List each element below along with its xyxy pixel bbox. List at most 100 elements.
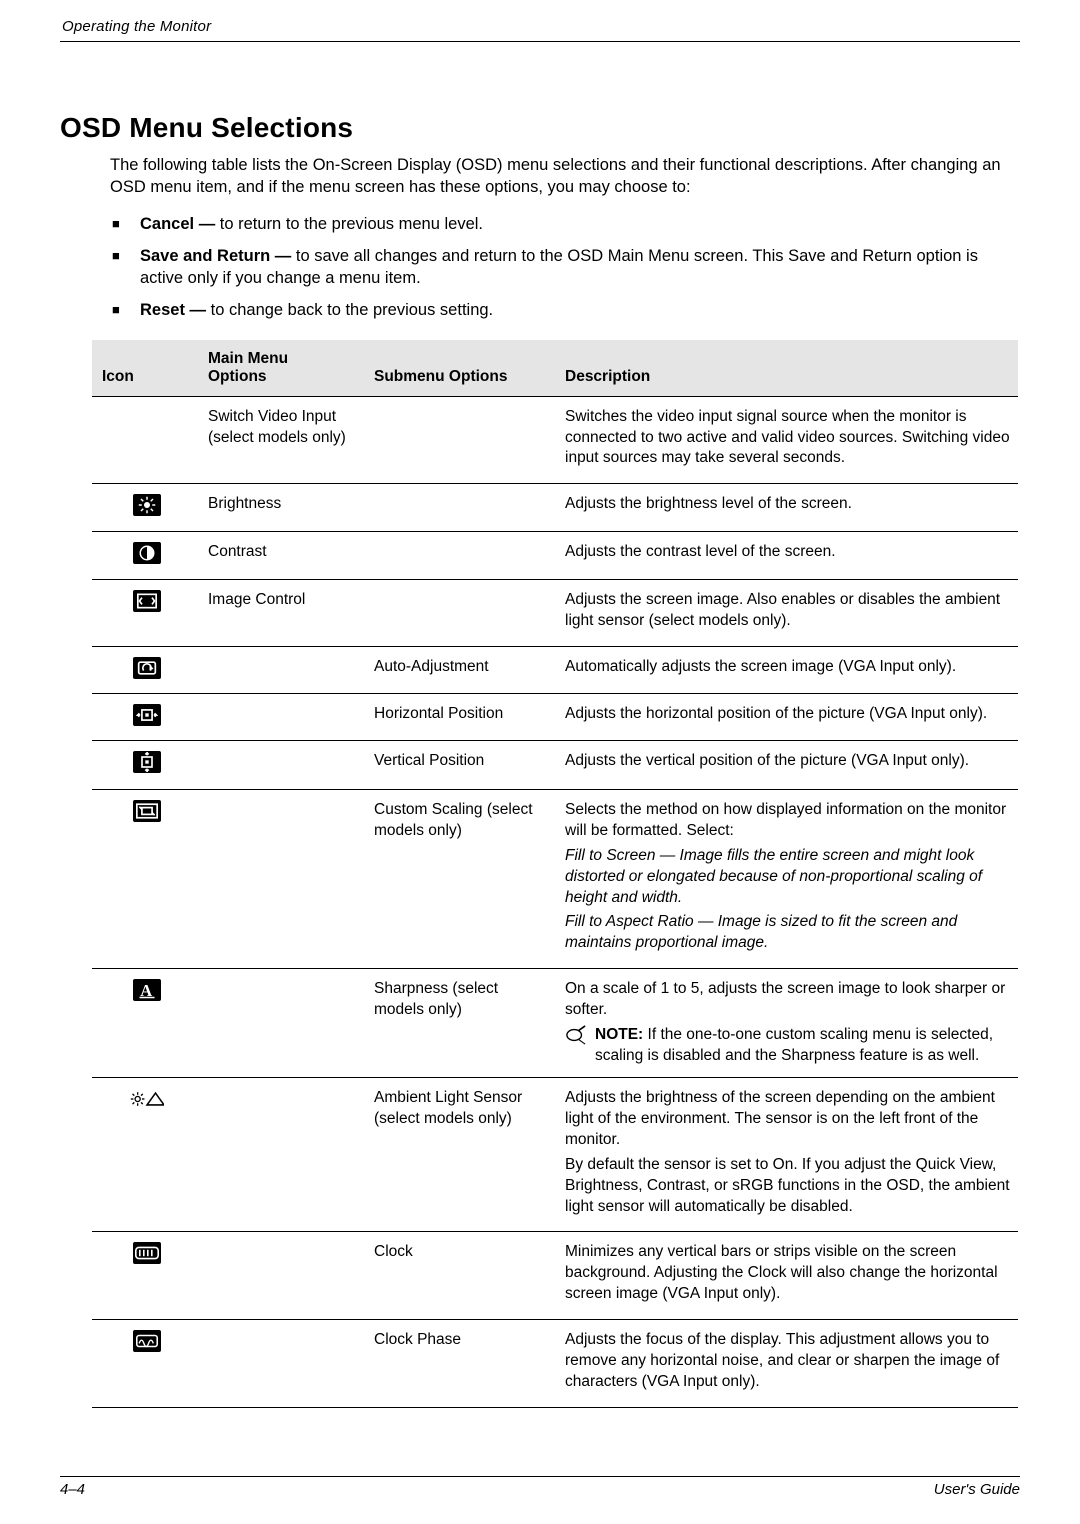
image-control-icon	[133, 590, 161, 612]
cell-main	[200, 647, 366, 694]
table-row: Image Control Adjusts the screen image. A…	[92, 580, 1018, 647]
svg-text:A: A	[140, 981, 152, 999]
desc-text: Adjusts the horizontal position of the p…	[565, 704, 1010, 725]
intro-paragraph: The following table lists the On-Screen …	[110, 154, 1020, 199]
cell-main: Contrast	[200, 532, 366, 580]
cell-desc: Minimizes any vertical bars or strips vi…	[557, 1232, 1018, 1320]
table-row: ClockMinimizes any vertical bars or stri…	[92, 1232, 1018, 1320]
th-main-l1: Main Menu	[208, 350, 288, 367]
cell-main: Switch Video Input (select models only)	[200, 396, 366, 484]
bullet-text: to change back to the previous setting.	[206, 301, 493, 319]
bullet-text: to return to the previous menu level.	[215, 215, 483, 233]
cell-main	[200, 969, 366, 1078]
cell-main	[200, 693, 366, 740]
note-icon	[565, 1025, 587, 1067]
ambient-light-icon	[130, 1088, 164, 1110]
cell-sub	[366, 580, 557, 647]
table-row: Switch Video Input (select models only) S…	[92, 396, 1018, 484]
table-row: Auto-Adjustment Automatically adjusts the…	[92, 647, 1018, 694]
cell-desc: Automatically adjusts the screen image (…	[557, 647, 1018, 694]
cell-icon	[92, 396, 200, 484]
header-rule	[60, 41, 1020, 42]
cell-icon: A	[92, 969, 200, 1078]
auto-adjust-icon	[133, 657, 161, 679]
footer-page: 4–4	[60, 1481, 85, 1498]
brightness-icon	[133, 494, 161, 516]
th-icon: Icon	[92, 340, 200, 397]
page-footer: 4–4 User's Guide	[60, 1476, 1020, 1498]
table-row: Ambient Light Sensor (select models only…	[92, 1077, 1018, 1232]
cell-sub	[366, 532, 557, 580]
h-position-icon	[133, 704, 161, 726]
table-row: Clock PhaseAdjusts the focus of the disp…	[92, 1320, 1018, 1408]
sharpness-icon: A	[133, 979, 161, 1001]
clock-phase-icon	[133, 1330, 161, 1352]
th-desc: Description	[557, 340, 1018, 397]
cell-main: Image Control	[200, 580, 366, 647]
cell-sub: Clock	[366, 1232, 557, 1320]
note-body: If the one-to-one custom scaling menu is…	[595, 1026, 993, 1064]
cell-icon	[92, 1232, 200, 1320]
desc-text: Switches the video input signal source w…	[565, 407, 1010, 470]
cell-desc: Adjusts the screen image. Also enables o…	[557, 580, 1018, 647]
desc-text: Adjusts the screen image. Also enables o…	[565, 590, 1010, 632]
cell-icon	[92, 484, 200, 532]
th-sub: Submenu Options	[366, 340, 557, 397]
table-row: Contrast Adjusts the contrast level of th…	[92, 532, 1018, 580]
contrast-icon	[133, 542, 161, 564]
table-row: Vertical Position Adjusts the vertical po…	[92, 740, 1018, 789]
desc-text: Selects the method on how displayed info…	[565, 800, 1010, 842]
cell-main	[200, 1077, 366, 1232]
table-row: Brightness Adjusts the brightness level o…	[92, 484, 1018, 532]
clock-icon	[133, 1242, 161, 1264]
table-row: Horizontal Position Adjusts the horizonta…	[92, 693, 1018, 740]
cell-desc: Adjusts the contrast level of the screen…	[557, 532, 1018, 580]
cell-desc: Adjusts the vertical position of the pic…	[557, 740, 1018, 789]
cell-sub: Vertical Position	[366, 740, 557, 789]
cell-sub: Clock Phase	[366, 1320, 557, 1408]
note-text: NOTE: If the one-to-one custom scaling m…	[595, 1025, 1010, 1067]
desc-text: Minimizes any vertical bars or strips vi…	[565, 1242, 1010, 1305]
cell-main	[200, 789, 366, 968]
cell-icon	[92, 647, 200, 694]
note: NOTE: If the one-to-one custom scaling m…	[565, 1025, 1010, 1067]
desc-text: Adjusts the focus of the display. This a…	[565, 1330, 1010, 1393]
desc-text: Adjusts the brightness level of the scre…	[565, 494, 1010, 515]
th-main: Main Menu Options	[200, 340, 366, 397]
bullet-label: Cancel —	[140, 215, 215, 233]
v-position-icon	[133, 751, 161, 773]
osd-table: Icon Main Menu Options Submenu Options D…	[92, 340, 1018, 1408]
th-main-l2: Options	[208, 368, 267, 385]
cell-sub: Ambient Light Sensor (select models only…	[366, 1077, 557, 1232]
bullet-label: Save and Return —	[140, 247, 291, 265]
cell-icon	[92, 1077, 200, 1232]
cell-icon	[92, 789, 200, 968]
cell-sub	[366, 484, 557, 532]
cell-desc: Adjusts the brightness of the screen dep…	[557, 1077, 1018, 1232]
desc-text: Adjusts the vertical position of the pic…	[565, 751, 1010, 772]
cell-desc: Adjusts the brightness level of the scre…	[557, 484, 1018, 532]
cell-desc: Adjusts the focus of the display. This a…	[557, 1320, 1018, 1408]
desc-text: By default the sensor is set to On. If y…	[565, 1155, 1010, 1218]
bullet-label: Reset —	[140, 301, 206, 319]
cell-sub: Auto-Adjustment	[366, 647, 557, 694]
cell-main	[200, 740, 366, 789]
desc-text-italic: Fill to Aspect Ratio — Image is sized to…	[565, 912, 1010, 954]
desc-text-italic: Fill to Screen — Image fills the entire …	[565, 846, 1010, 909]
desc-text: Adjusts the contrast level of the screen…	[565, 542, 1010, 563]
cell-main	[200, 1232, 366, 1320]
cell-sub: Horizontal Position	[366, 693, 557, 740]
cell-main: Brightness	[200, 484, 366, 532]
cell-main	[200, 1320, 366, 1408]
custom-scaling-icon	[133, 800, 161, 822]
cell-desc: On a scale of 1 to 5, adjusts the screen…	[557, 969, 1018, 1078]
cell-icon	[92, 580, 200, 647]
cell-desc: Selects the method on how displayed info…	[557, 789, 1018, 968]
cell-sub: Sharpness (select models only)	[366, 969, 557, 1078]
desc-text: On a scale of 1 to 5, adjusts the screen…	[565, 979, 1010, 1021]
cell-icon	[92, 532, 200, 580]
bullet-item: Cancel — to return to the previous menu …	[110, 213, 1020, 235]
cell-sub: Custom Scaling (select models only)	[366, 789, 557, 968]
table-row: A Sharpness (select models only)On a scal…	[92, 969, 1018, 1078]
desc-text: Automatically adjusts the screen image (…	[565, 657, 1010, 678]
